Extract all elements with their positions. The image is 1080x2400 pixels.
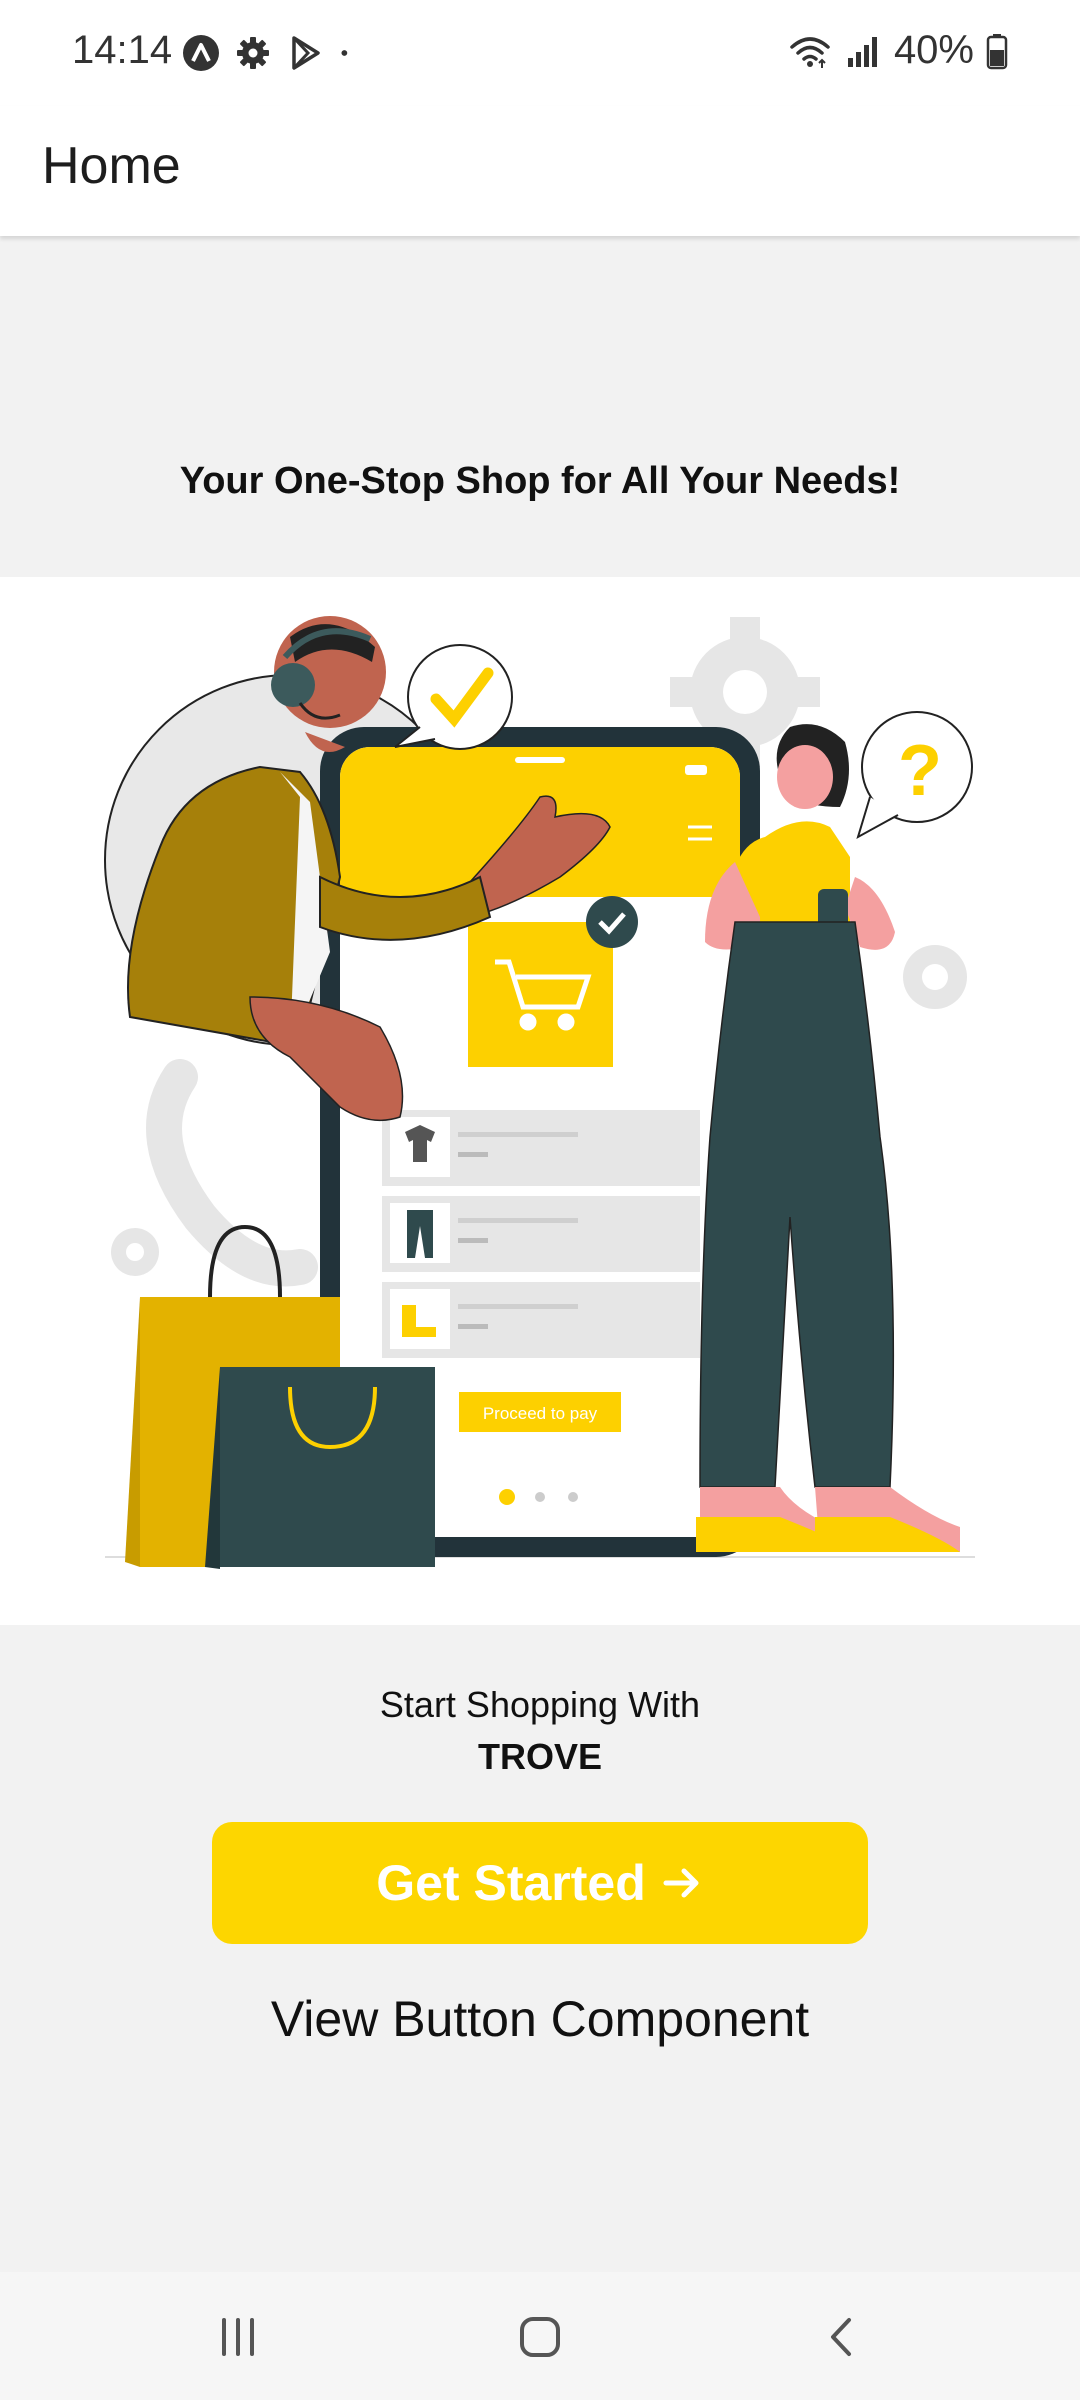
battery-icon — [986, 33, 1008, 69]
assistant-icon — [183, 35, 219, 71]
notification-dot-icon — [341, 50, 348, 56]
question-bubble-icon: ? — [856, 711, 973, 840]
proceed-to-pay-label: Proceed to pay — [483, 1404, 598, 1423]
home-icon — [520, 2317, 560, 2357]
get-started-button[interactable]: Get Started — [212, 1822, 868, 1944]
check-bubble-icon — [394, 644, 513, 750]
recents-icon — [222, 2318, 254, 2356]
back-icon — [831, 2318, 851, 2356]
phone-handset-decor — [146, 1059, 318, 1287]
system-nav-bar — [0, 2272, 1080, 2400]
page-title: Home — [42, 137, 181, 195]
recents-button[interactable] — [198, 2302, 278, 2372]
illustration-svg: Proceed to pay ? — [104, 616, 975, 1569]
get-started-label: Get Started — [376, 1855, 646, 1911]
status-time: 14:14 — [72, 28, 173, 72]
tagline: Your One-Stop Shop for All Your Needs! — [179, 460, 901, 502]
arrow-right-icon — [663, 1868, 699, 1898]
cell-signal-icon — [847, 36, 877, 67]
screen: 14:14 40% Home Your One-Stop Shop for Al… — [0, 0, 1080, 2400]
settings-gear-icon — [237, 37, 269, 69]
home-button[interactable] — [500, 2302, 580, 2372]
view-button-component-link[interactable]: View Button Component — [0, 1990, 1080, 2048]
battery-percent: 40% — [893, 28, 974, 72]
status-icons-right: 40% — [788, 28, 1008, 73]
status-icons-left — [182, 34, 360, 72]
back-button[interactable] — [802, 2302, 882, 2372]
start-shopping-text: Start Shopping With — [379, 1684, 701, 1725]
brand-name: TROVE — [477, 1736, 602, 1777]
wifi-icon — [790, 36, 830, 68]
app-header: Home — [0, 106, 1080, 236]
product-list — [382, 1110, 700, 1358]
status-bar: 14:14 40% — [0, 0, 1080, 106]
svg-text:?: ? — [898, 731, 942, 811]
shopping-illustration: Proceed to pay ? — [0, 577, 1080, 1625]
play-store-icon — [292, 36, 320, 70]
